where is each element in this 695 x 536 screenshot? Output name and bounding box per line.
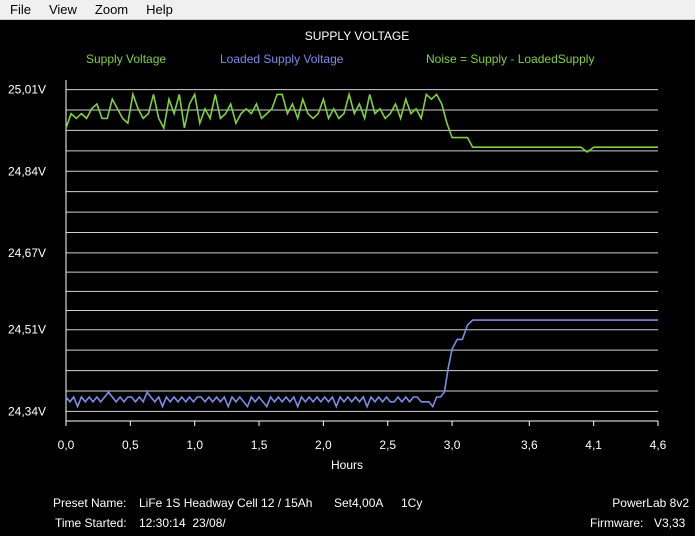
x-tick-label: 2,5 [379, 438, 396, 452]
series-line-loaded-supply-voltage [65, 319, 658, 409]
device-name: PowerLab 8v2 [612, 496, 689, 510]
x-tick-label: 0,5 [122, 438, 139, 452]
cycles: 1Cy [401, 496, 423, 510]
time-started-label: Time Started: [55, 516, 127, 530]
menu-zoom[interactable]: Zoom [85, 2, 136, 17]
x-tick-label: 3,6 [521, 438, 538, 452]
preset-label: Preset Name: [53, 496, 127, 510]
y-tick-label: 24,51V [8, 323, 46, 337]
x-tick-label: 3,0 [444, 438, 461, 452]
firmware-value: V3,33 [654, 516, 686, 530]
y-tick-label: 24,67V [8, 246, 46, 260]
firmware-label: Firmware: [590, 516, 644, 530]
menu-help[interactable]: Help [136, 2, 181, 17]
menu-view[interactable]: View [39, 2, 85, 17]
set-current: Set4,00A [334, 496, 384, 510]
x-tick-label: 2,0 [315, 438, 332, 452]
supply-voltage-chart: SUPPLY VOLTAGE Supply Voltage Loaded Sup… [8, 29, 667, 472]
y-tick-label: 25,01V [8, 83, 46, 97]
preset-value: LiFe 1S Headway Cell 12 / 15Ah [139, 496, 313, 510]
menu-file[interactable]: File [0, 2, 39, 17]
x-axis-ticks: 0,0 0,5 1,0 1,5 2,0 2,5 3,0 3,6 4,1 4,6 [58, 421, 667, 452]
menu-bar: File View Zoom Help [0, 0, 695, 20]
series-line-supply-voltage [65, 91, 658, 153]
y-axis-ticks: 25,01V 24,84V 24,67V 24,51V 24,34V [8, 83, 46, 419]
legend-noise: Noise = Supply - LoadedSupply [426, 52, 594, 66]
x-tick-label: 0,0 [58, 438, 75, 452]
legend-supply-voltage: Supply Voltage [86, 52, 166, 66]
grid-lines [66, 89, 658, 412]
x-tick-label: 4,6 [650, 438, 667, 452]
time-started-value: 12:30:14 23/08/ [139, 516, 226, 530]
x-axis-label: Hours [331, 458, 363, 472]
y-tick-label: 24,34V [8, 404, 46, 418]
x-tick-label: 1,0 [186, 438, 203, 452]
legend-loaded-supply-voltage: Loaded Supply Voltage [220, 52, 344, 66]
x-tick-label: 4,1 [585, 438, 602, 452]
chart-title: SUPPLY VOLTAGE [305, 29, 409, 43]
x-tick-label: 1,5 [251, 438, 268, 452]
y-tick-label: 24,84V [8, 164, 46, 178]
